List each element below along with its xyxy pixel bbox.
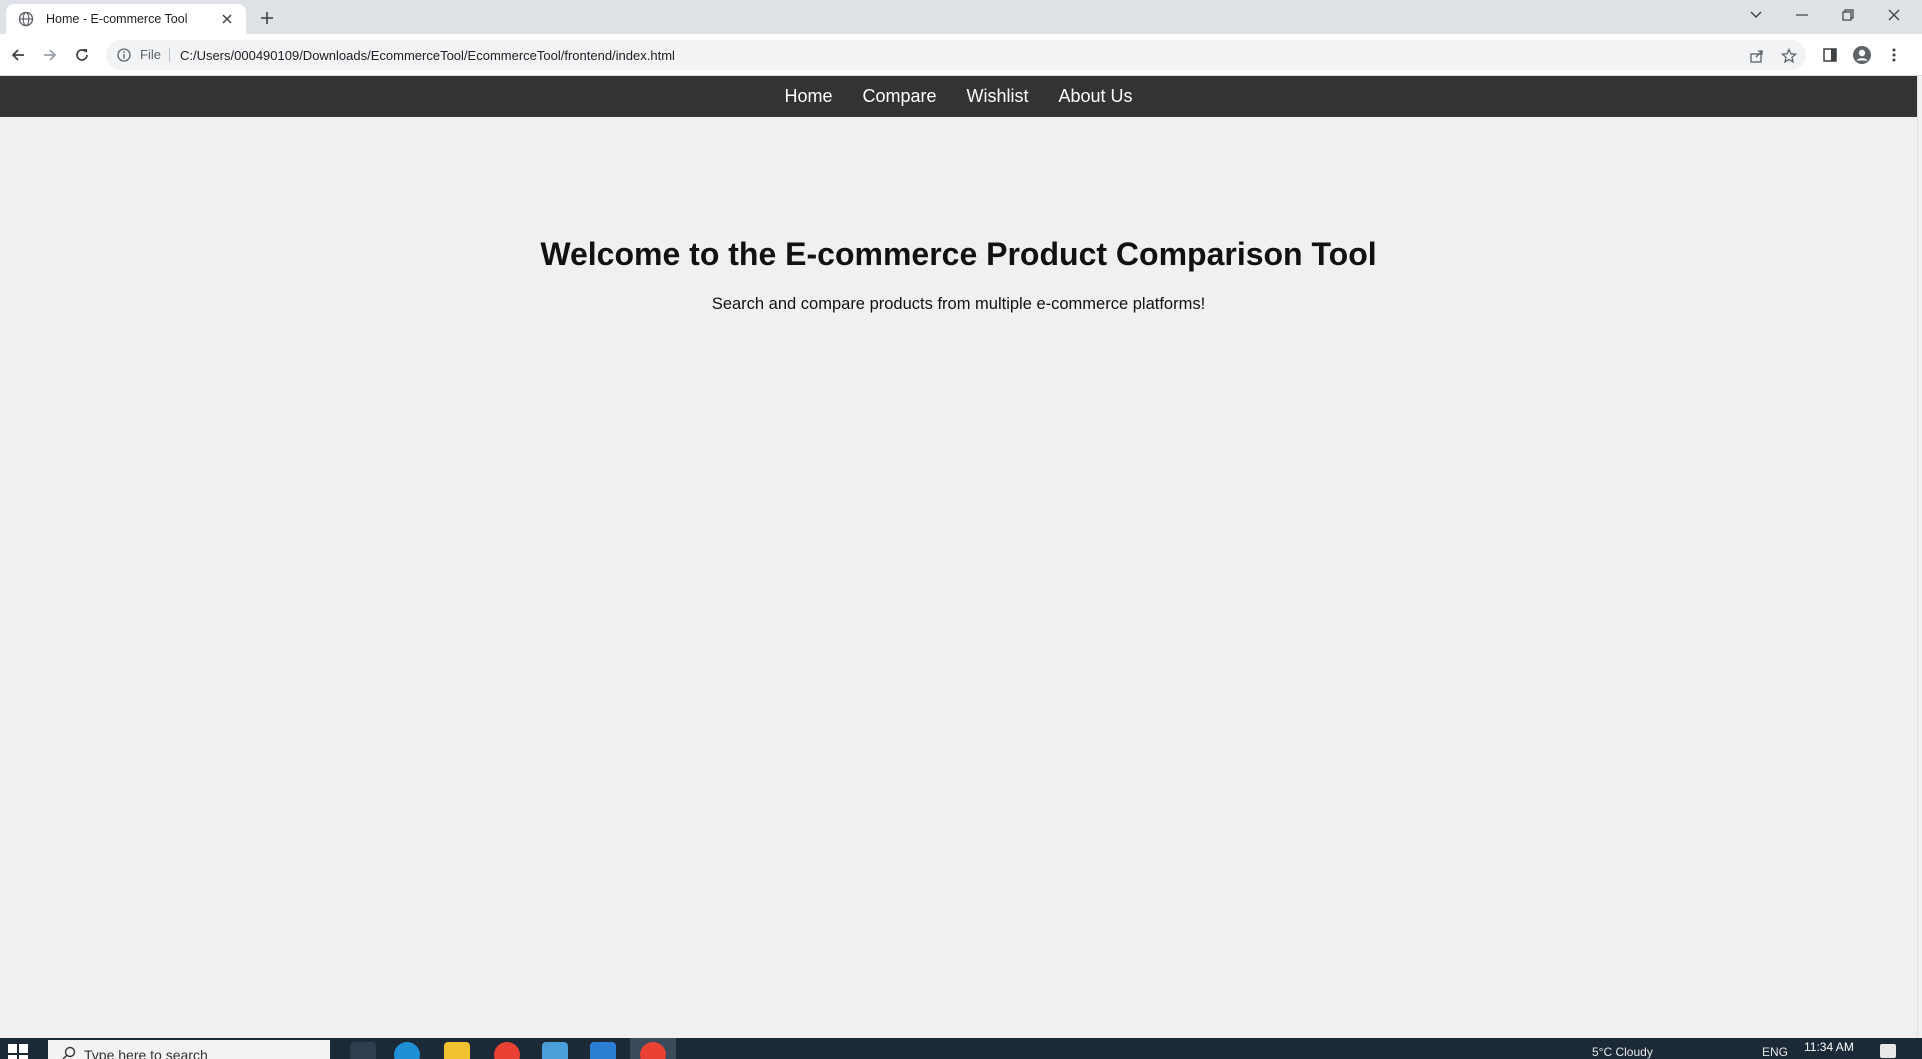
address-url[interactable]: C:/Users/000490109/Downloads/EcommerceTo…: [180, 48, 675, 63]
search-icon: [62, 1046, 76, 1059]
vscode-icon[interactable]: [590, 1042, 616, 1059]
address-scheme: File: [140, 48, 170, 62]
taskbar-search-box[interactable]: Type here to search: [48, 1040, 330, 1059]
bookmark-star-icon[interactable]: [1780, 47, 1798, 65]
reload-icon[interactable]: [70, 43, 94, 67]
chrome-icon[interactable]: [494, 1042, 520, 1059]
nav-link-compare[interactable]: Compare: [862, 86, 936, 107]
browser-tab-active[interactable]: Home - E-commerce Tool: [6, 4, 246, 34]
nav-link-home[interactable]: Home: [784, 86, 832, 107]
page-viewport: Home Compare Wishlist About Us Welcome t…: [0, 76, 1917, 1038]
side-panel-icon[interactable]: [1820, 45, 1840, 65]
page-title: Welcome to the E-commerce Product Compar…: [540, 236, 1377, 272]
taskbar-search-placeholder: Type here to search: [84, 1047, 208, 1059]
weather-status[interactable]: 5°C Cloudy: [1592, 1045, 1653, 1059]
info-icon[interactable]: [116, 47, 132, 63]
globe-icon: [18, 11, 34, 27]
tab-title: Home - E-commerce Tool: [46, 12, 188, 26]
address-bar[interactable]: File C:/Users/000490109/Downloads/Ecomme…: [106, 40, 1806, 70]
browser-tabstrip: Home - E-commerce Tool: [0, 0, 1922, 34]
close-window-icon[interactable]: [1872, 2, 1916, 28]
close-tab-icon[interactable]: [218, 10, 236, 28]
restore-icon[interactable]: [1826, 2, 1870, 28]
file-explorer-icon[interactable]: [444, 1042, 470, 1059]
edge-browser-icon[interactable]: [394, 1042, 420, 1059]
site-navbar: Home Compare Wishlist About Us: [0, 76, 1917, 117]
forward-arrow-icon[interactable]: [38, 43, 62, 67]
browser-toolbar: File C:/Users/000490109/Downloads/Ecomme…: [0, 34, 1922, 76]
windows-taskbar: Type here to search 5°C Cloudy ENG 11:34…: [0, 1038, 1922, 1059]
nav-link-about-us[interactable]: About Us: [1059, 86, 1133, 107]
vertical-scrollbar[interactable]: [1917, 76, 1922, 1038]
nav-link-wishlist[interactable]: Wishlist: [967, 86, 1029, 107]
windows-start-icon[interactable]: [8, 1044, 30, 1059]
language-indicator[interactable]: ENG: [1762, 1045, 1788, 1059]
clock-time[interactable]: 11:34 AM: [1804, 1040, 1854, 1054]
app-icon[interactable]: [542, 1042, 568, 1059]
minimize-icon[interactable]: [1780, 2, 1824, 28]
task-view-icon[interactable]: [350, 1042, 376, 1059]
tab-search-chevron-icon[interactable]: [1734, 2, 1778, 28]
page-subtitle: Search and compare products from multipl…: [711, 295, 1206, 313]
back-arrow-icon[interactable]: [6, 43, 30, 67]
share-icon[interactable]: [1748, 47, 1766, 65]
new-tab-plus-icon[interactable]: [256, 7, 278, 29]
profile-avatar-icon[interactable]: [1852, 45, 1872, 65]
more-options-icon[interactable]: [1884, 45, 1904, 65]
notification-center-icon[interactable]: [1880, 1044, 1896, 1058]
